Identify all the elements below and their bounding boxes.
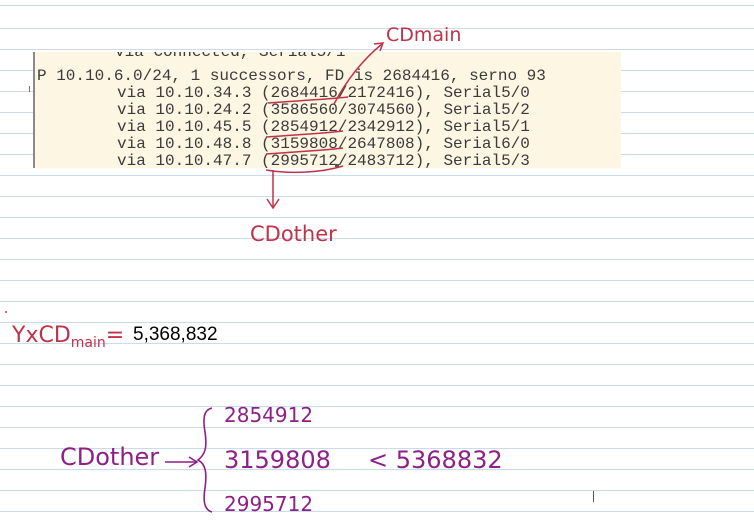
comparison-text: < 5368832: [368, 446, 503, 474]
cd-other-value-2: 3159808: [224, 446, 331, 474]
notebook-page: via Connected, Serial5/1 P 10.10.6.0/24,…: [0, 0, 754, 527]
list-label: CDother: [60, 443, 160, 471]
brace: [196, 407, 213, 513]
cd-other-value-3: 2995712: [224, 492, 314, 516]
cd-other-value-1: 2854912: [224, 403, 314, 427]
text-cursor: [593, 491, 594, 502]
